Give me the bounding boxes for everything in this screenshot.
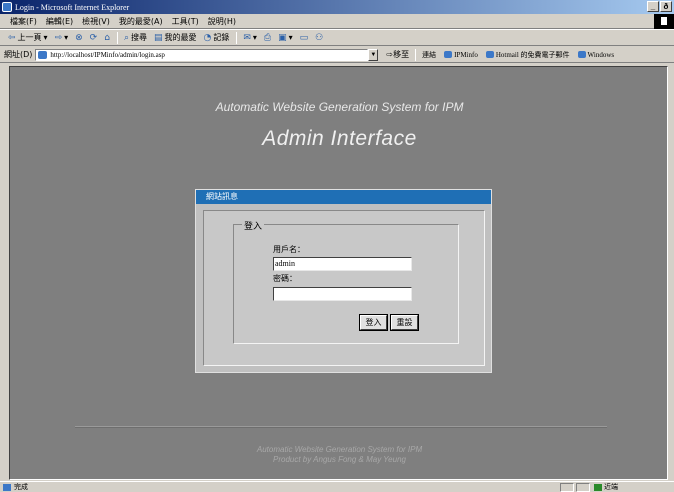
page-title: Admin Interface [262,127,417,150]
messenger-button[interactable]: ⚇ [315,33,323,43]
page-content: Automatic Website Generation System for … [9,66,668,480]
window-title: Login - Microsoft Internet Explorer [15,2,130,12]
history-label: 記錄 [213,33,230,42]
edit-icon: ▣ [278,32,287,43]
status-text: 完成 [14,484,28,491]
messenger-icon: ⚇ [315,32,324,43]
stop-icon: ⊗ [75,32,83,43]
address-dropdown-button[interactable]: ▼ [368,48,379,61]
favorites-label: 我的最愛 [164,33,197,42]
footer-divider-shadow [75,427,607,428]
menu-view[interactable]: 檢視(V) [82,16,110,27]
print-icon: ⎙ [263,32,272,43]
address-input[interactable]: http://localhost/IPMinfo/admin/login.asp [35,48,369,61]
back-button[interactable]: ⇦ 上一頁 ▾ [8,32,48,43]
login-panel: 網站訊息 登入 用戶名： admin 密碼： 登入 重設 [195,189,492,373]
reset-button[interactable]: 重設 [391,315,418,330]
home-button[interactable]: ⌂ [104,33,110,43]
login-group-label: 登入 [242,219,265,232]
address-bar: 網址(D) http://localhost/IPMinfo/admin/log… [0,47,674,63]
window-title-bar[interactable]: Login - Microsoft Internet Explorer _ ð [0,0,674,14]
refresh-button[interactable]: ⟳ [90,33,98,43]
site-subtitle: Automatic Website Generation System for … [215,100,464,114]
status-bar: 完成 近端 [0,481,674,492]
mail-icon: ✉ [243,32,251,43]
password-label: 密碼： [273,274,297,283]
toolbar-separator [116,31,118,44]
history-button[interactable]: ◔ 記錄 [204,32,230,43]
page-icon [38,50,48,59]
status-pane [560,482,574,492]
menu-bar: 檔案(F) 編輯(E) 檢視(V) 我的最愛(A) 工具(T) 說明(H) [0,14,674,29]
search-label: 搜尋 [130,33,147,42]
toolbar-separator [415,48,417,61]
history-icon: ◔ [203,32,212,43]
link-hotmail[interactable]: Hotmail 的免費電子郵件 [485,50,570,60]
link-ipminfo[interactable]: IPMinfo [444,51,478,59]
link-page-icon [577,51,586,58]
address-url: http://localhost/IPMinfo/admin/login.asp [50,50,165,59]
menu-edit[interactable]: 編輯(E) [46,16,73,27]
back-arrow-icon: ⇦ [8,32,16,43]
chevron-down-icon[interactable]: ▾ [44,33,48,42]
discuss-button[interactable]: ▭ [300,33,309,43]
links-bar: 連結 IPMinfo Hotmail 的免費電子郵件 Windows [422,50,622,60]
panel-title: 網站訊息 [196,190,491,204]
restore-button[interactable]: ð [660,1,672,12]
home-icon: ⌂ [104,32,110,43]
footer-system-name: Automatic Website Generation System for … [256,445,423,454]
standard-toolbar: ⇦ 上一頁 ▾ ⇨ ▾ ⊗ ⟳ ⌂ ⌕ 搜尋 ▤ 我的最愛 ◔ 記錄 ✉ ▾ ⎙ … [0,29,674,46]
link-windows[interactable]: Windows [577,51,614,59]
go-label: 移至 [393,50,410,59]
username-field[interactable]: admin [273,257,412,271]
discuss-icon: ▭ [299,32,309,43]
address-label: 網址(D) [4,50,33,59]
page-done-icon [3,483,11,491]
forward-button[interactable]: ⇨ ▾ [55,33,69,43]
refresh-icon: ⟳ [89,32,98,43]
stop-button[interactable]: ⊗ [75,33,83,43]
panel-body: 登入 用戶名： admin 密碼： 登入 重設 [203,210,485,366]
chevron-down-icon[interactable]: ▾ [64,33,68,42]
back-label: 上一頁 [17,33,42,42]
local-intranet-icon [594,483,602,491]
favorites-icon: ▤ [153,32,163,43]
window-right-edge [668,66,674,480]
menu-help[interactable]: 說明(H) [208,16,236,27]
status-text-pane: 完成 [0,482,560,492]
password-field[interactable] [273,287,412,301]
go-button[interactable]: ⇨移至 [386,49,409,60]
login-button[interactable]: 登入 [360,315,387,330]
zone-label: 近端 [604,483,618,491]
status-pane [576,482,590,492]
link-page-icon [485,51,494,58]
chevron-down-icon[interactable]: ▾ [289,33,293,42]
mail-button[interactable]: ✉ ▾ [243,33,257,43]
search-icon: ⌕ [123,32,129,43]
footer: Automatic Website Generation System for … [10,445,669,465]
search-button[interactable]: ⌕ 搜尋 [124,32,147,43]
chevron-down-icon[interactable]: ▾ [253,33,257,42]
toolbar-separator [236,31,238,44]
edit-button[interactable]: ▣ ▾ [278,33,293,43]
link-page-icon [444,51,453,58]
ie-app-icon[interactable] [2,2,12,12]
menu-tools[interactable]: 工具(T) [172,16,199,27]
security-zone: 近端 [592,482,618,492]
forward-arrow-icon: ⇨ [54,32,63,43]
username-label: 用戶名： [273,245,305,254]
footer-credits: Product by Angus Fong & May Yeung [273,455,406,464]
login-group: 登入 用戶名： admin 密碼： 登入 重設 [233,219,459,344]
links-label[interactable]: 連結 [422,50,436,60]
minimize-button[interactable]: _ [647,1,659,12]
windows-logo-throbber [654,14,674,29]
print-button[interactable]: ⎙ [264,33,271,43]
menu-favorites[interactable]: 我的最愛(A) [119,16,163,27]
window-controls: _ ð [647,1,672,12]
favorites-button[interactable]: ▤ 我的最愛 [154,32,197,43]
menu-file[interactable]: 檔案(F) [10,16,37,27]
